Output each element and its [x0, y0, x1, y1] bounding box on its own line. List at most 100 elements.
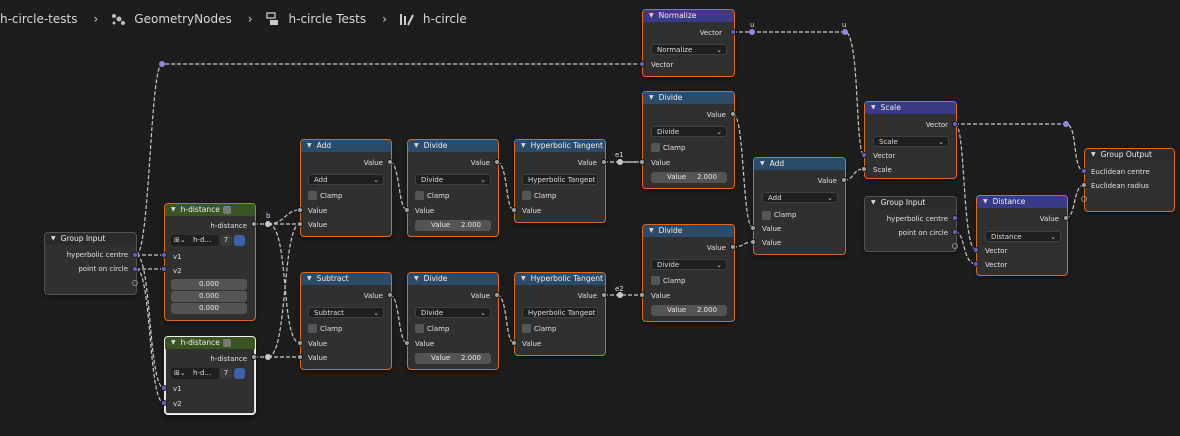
collapse-chevron-icon[interactable]: ▼: [414, 273, 419, 285]
clamp-checkbox[interactable]: [651, 143, 660, 152]
fake-user-icon[interactable]: [234, 235, 245, 246]
input-socket[interactable]: [639, 159, 645, 165]
input-socket[interactable]: [161, 252, 167, 258]
operation-dropdown[interactable]: Divide ⌄: [651, 126, 727, 137]
output-socket[interactable]: [1063, 215, 1069, 221]
output-socket[interactable]: [952, 229, 958, 235]
h-distance-group-node-top[interactable]: ▼ h-distance h-distance ⊞⌄ h-d... 7 v1 v2 …: [164, 203, 256, 321]
operation-dropdown[interactable]: Hyperbolic Tangent ⌄: [522, 174, 598, 185]
normalize-node[interactable]: ▼ Normalize Vector Normalize ⌄ Vector: [642, 9, 735, 77]
h-distance-group-node-bottom[interactable]: ▼ h-distance h-distance ⊞⌄ h-d... 7 v1 v2: [164, 336, 256, 415]
input-socket[interactable]: [297, 354, 303, 360]
user-count[interactable]: 7: [220, 368, 232, 379]
collapse-chevron-icon[interactable]: ▼: [414, 140, 419, 152]
operation-dropdown[interactable]: Add ⌄: [762, 192, 838, 203]
collapse-chevron-icon[interactable]: ▼: [51, 233, 56, 245]
collapse-chevron-icon[interactable]: ▼: [171, 204, 176, 216]
fake-user-icon[interactable]: [234, 368, 245, 379]
distance-node[interactable]: ▼ Distance Value Distance ⌄ Vector Vector: [976, 195, 1068, 276]
input-socket[interactable]: [404, 340, 410, 346]
input-socket[interactable]: [161, 266, 167, 272]
node-header[interactable]: ▼ Divide: [643, 225, 734, 237]
breadcrumb-item-file[interactable]: h-circle-tests: [0, 12, 77, 26]
input-socket[interactable]: [297, 221, 303, 227]
reroute-point[interactable]: [842, 29, 848, 35]
operation-dropdown[interactable]: Hyperbolic Tangent ⌄: [522, 307, 598, 318]
operation-dropdown[interactable]: Divide ⌄: [415, 174, 491, 185]
output-socket[interactable]: [251, 354, 257, 360]
breadcrumb-item-nodegroup[interactable]: h-circle Tests: [265, 12, 366, 26]
divide-node-bottom-right[interactable]: ▼ Divide Value Divide ⌄ Clamp Value Value 2…: [642, 224, 735, 322]
collapse-chevron-icon[interactable]: ▼: [307, 140, 312, 152]
value-field[interactable]: Value 2.000: [415, 220, 491, 231]
collapse-chevron-icon[interactable]: ▼: [760, 158, 765, 170]
input-socket[interactable]: [1081, 196, 1087, 202]
input-socket[interactable]: [861, 152, 867, 158]
group-output-node[interactable]: ▼ Group Output Euclidean centre Euclidean…: [1084, 148, 1175, 212]
node-header[interactable]: ▼ Group Input: [45, 233, 136, 245]
node-header[interactable]: ▼ h-distance: [165, 337, 255, 349]
input-socket[interactable]: [511, 207, 517, 213]
collapse-chevron-icon[interactable]: ▼: [649, 10, 654, 22]
node-header[interactable]: ▼ Distance: [977, 196, 1067, 208]
user-count[interactable]: 7: [220, 235, 232, 246]
node-header[interactable]: ▼ Hyperbolic Tangent: [515, 140, 605, 152]
node-header[interactable]: ▼ Hyperbolic Tangent: [515, 273, 605, 285]
add-node-right[interactable]: ▼ Add Value Add ⌄ Clamp Value Value: [753, 157, 846, 255]
breadcrumb-item-current[interactable]: h-circle: [399, 12, 467, 26]
input-socket[interactable]: [297, 340, 303, 346]
operation-dropdown[interactable]: Add ⌄: [308, 174, 384, 185]
tanh-node-bottom[interactable]: ▼ Hyperbolic Tangent Value Hyperbolic Tan…: [514, 272, 606, 356]
divide-node-mid-bottom[interactable]: ▼ Divide Value Divide ⌄ Clamp Value Value 2…: [407, 272, 499, 370]
reroute-point[interactable]: [617, 159, 623, 165]
input-socket[interactable]: [297, 207, 303, 213]
node-header[interactable]: ▼ Group Input: [865, 197, 956, 209]
collapse-chevron-icon[interactable]: ▼: [521, 273, 526, 285]
clamp-checkbox[interactable]: [522, 191, 531, 200]
node-header[interactable]: ▼ Add: [754, 158, 845, 170]
output-socket[interactable]: [601, 159, 607, 165]
input-socket[interactable]: [861, 166, 867, 172]
input-socket[interactable]: [1081, 168, 1087, 174]
divide-node-mid-top[interactable]: ▼ Divide Value Divide ⌄ Clamp Value Value 2…: [407, 139, 499, 237]
output-socket[interactable]: [730, 111, 736, 117]
input-socket[interactable]: [161, 385, 167, 391]
collapse-chevron-icon[interactable]: ▼: [871, 102, 876, 114]
output-socket[interactable]: [730, 29, 736, 35]
output-socket[interactable]: [132, 252, 138, 258]
output-socket[interactable]: [132, 280, 138, 286]
clamp-checkbox[interactable]: [415, 324, 424, 333]
node-header[interactable]: ▼ Normalize: [643, 10, 734, 22]
collapse-chevron-icon[interactable]: ▼: [983, 196, 988, 208]
input-socket[interactable]: [750, 239, 756, 245]
node-header[interactable]: ▼ h-distance: [165, 204, 255, 216]
output-socket[interactable]: [952, 243, 958, 249]
collapse-chevron-icon[interactable]: ▼: [871, 197, 876, 209]
node-header[interactable]: ▼ Divide: [408, 140, 498, 152]
node-group-selector[interactable]: ⊞⌄ h-d...: [171, 235, 219, 246]
collapse-chevron-icon[interactable]: ▼: [171, 337, 176, 349]
value-field[interactable]: Value 2.000: [651, 305, 727, 316]
vector-z-field[interactable]: 0.000: [171, 303, 247, 314]
operation-dropdown[interactable]: Scale ⌄: [873, 136, 949, 147]
reroute-point[interactable]: [265, 354, 271, 360]
output-socket[interactable]: [730, 244, 736, 250]
value-field[interactable]: Value 2.000: [651, 172, 727, 183]
breadcrumb-item-object[interactable]: GeometryNodes: [110, 12, 232, 26]
reroute-point[interactable]: [749, 29, 755, 35]
vector-x-field[interactable]: 0.000: [171, 279, 247, 290]
node-header[interactable]: ▼ Divide: [408, 273, 498, 285]
output-socket[interactable]: [841, 177, 847, 183]
output-socket[interactable]: [494, 292, 500, 298]
input-socket[interactable]: [750, 225, 756, 231]
collapse-chevron-icon[interactable]: ▼: [307, 273, 312, 285]
node-header[interactable]: ▼ Divide: [643, 92, 734, 104]
value-field[interactable]: Value 2.000: [415, 353, 491, 364]
output-socket[interactable]: [387, 292, 393, 298]
reroute-point[interactable]: [159, 61, 165, 67]
output-socket[interactable]: [251, 221, 257, 227]
input-socket[interactable]: [161, 400, 167, 406]
node-header[interactable]: ▼ Add: [301, 140, 391, 152]
tanh-node-top[interactable]: ▼ Hyperbolic Tangent Value Hyperbolic Tan…: [514, 139, 606, 223]
input-socket[interactable]: [511, 340, 517, 346]
